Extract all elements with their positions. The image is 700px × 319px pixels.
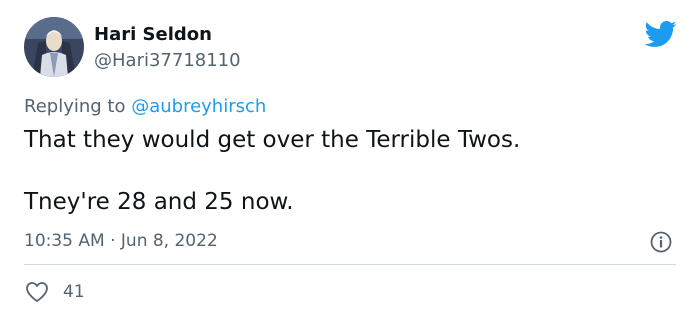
tweet-text-line: Tney're 28 and 25 now. (24, 189, 294, 215)
divider (24, 264, 676, 265)
replying-to-line: Replying to @aubreyhirsch (24, 96, 266, 117)
tweet-text-line: That they would get over the Terrible Tw… (24, 127, 521, 153)
like-count: 41 (63, 282, 85, 302)
avatar[interactable] (24, 17, 84, 77)
tweet-timestamp[interactable]: 10:35 AM · Jun 8, 2022 (24, 231, 218, 251)
info-icon[interactable] (649, 230, 673, 254)
display-name[interactable]: Hari Seldon (94, 24, 212, 45)
user-handle[interactable]: @Hari37718110 (94, 50, 241, 71)
replying-to-label: Replying to (24, 96, 132, 117)
reply-mention-link[interactable]: @aubreyhirsch (131, 96, 266, 117)
tweet-text: That they would get over the Terrible Tw… (24, 125, 674, 218)
heart-icon[interactable] (25, 281, 49, 303)
twitter-bird-icon[interactable] (643, 20, 677, 48)
